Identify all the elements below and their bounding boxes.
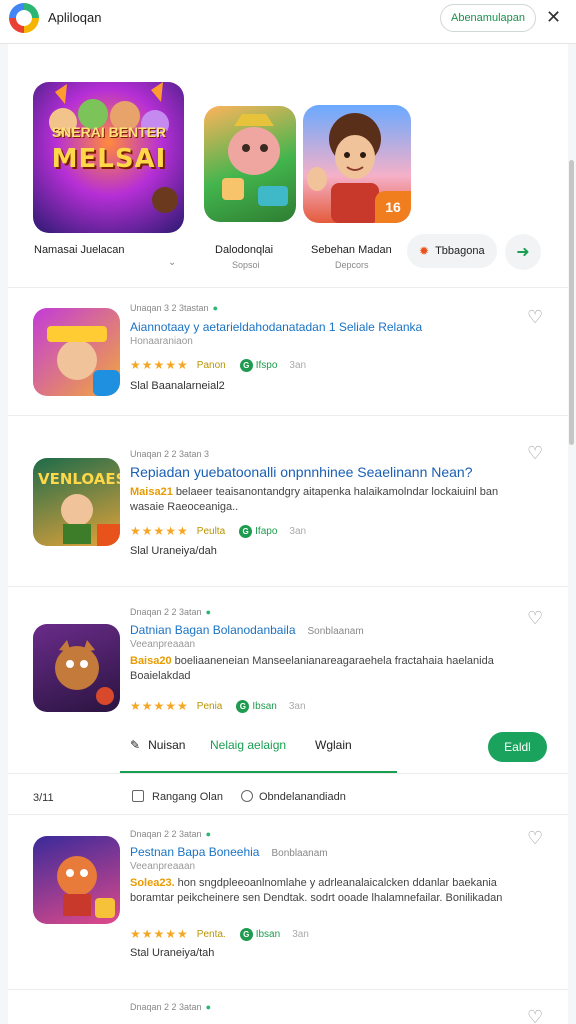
- category-badge: G Ibsan: [236, 699, 277, 713]
- card-title[interactable]: Aiannotaay y aetarieldahodanatadan 1 Sel…: [130, 320, 422, 334]
- game-icon: [33, 836, 120, 924]
- divider: [8, 586, 568, 587]
- game-art-image: [222, 114, 288, 206]
- card-footer: Slal Baanalarneial2: [130, 380, 225, 392]
- card-title[interactable]: Repiadan yuebatoonalli onpnnhinee Seaeli…: [130, 464, 473, 480]
- edit-button[interactable]: Ealdl: [488, 732, 547, 762]
- checkbox-icon[interactable]: [132, 790, 144, 802]
- card-title[interactable]: Datnian Bagan Bolanodanbaila Sonblaanam: [130, 623, 364, 637]
- category-badge: G Ibsan: [239, 927, 280, 941]
- rating-label: Penia: [196, 700, 223, 712]
- card-meta: Dnaqan 2 2 3atan ●: [130, 829, 211, 839]
- card-description: Solea23. hon sngdpleeoanlnomlahe y adrlea…: [130, 877, 503, 904]
- header-action-button[interactable]: Abenamulapan: [440, 4, 536, 32]
- featured-game-tile-3[interactable]: 16: [303, 105, 411, 223]
- chevron-down-icon[interactable]: ⌄: [168, 257, 176, 268]
- category-badge: G Ifspo: [239, 358, 277, 372]
- rating-label: Penta.: [196, 928, 226, 940]
- card-description: Baisa20 boeliaaneneian Manseelanianareaga…: [130, 655, 494, 682]
- rating-label: Peulta: [196, 525, 226, 537]
- heart-icon[interactable]: ♡: [527, 829, 543, 847]
- card-subtitle: Veeanpreaaan: [130, 639, 196, 650]
- time-label: 3an: [289, 525, 307, 537]
- star-rating-icon: ★★★★★: [130, 524, 189, 538]
- heart-icon[interactable]: ♡: [527, 444, 543, 462]
- action-bar: ✎ Nuisan Nelaig aelaign Wglain: [8, 724, 568, 774]
- featured-game-tile-1[interactable]: SNERAI BENTER MELSAI: [33, 82, 184, 233]
- time-label: 3an: [292, 928, 309, 940]
- clock-icon[interactable]: [241, 790, 253, 802]
- svg-text:VENLOAES: VENLOAES: [38, 470, 120, 488]
- age-rating-badge: 16: [375, 191, 411, 223]
- divider: [8, 287, 568, 288]
- star-rating-icon: ★★★★★: [130, 699, 189, 713]
- app-title: Apliloqan: [48, 10, 102, 25]
- star-rating-icon: ★★★★★: [130, 358, 189, 372]
- tool-item-2[interactable]: Obndelanandiadn: [259, 791, 346, 803]
- featured-game-tile-2[interactable]: [204, 106, 296, 222]
- card-footer: Slal Uraneiya/dah: [130, 545, 217, 557]
- divider: [8, 773, 568, 774]
- divider: [8, 415, 568, 416]
- rating-row: ★★★★★ Peulta G Ifapo 3an: [130, 524, 306, 538]
- tool-item-1[interactable]: Rangang Olan: [152, 791, 223, 803]
- scrollbar[interactable]: [569, 160, 574, 445]
- trending-chip[interactable]: ✹ Tbbagona: [407, 234, 497, 268]
- featured-item-label-1[interactable]: Namasai Juelacan: [34, 244, 125, 256]
- card-title[interactable]: Pestnan Bapa Boneehia Bonblaanam: [130, 845, 328, 859]
- star-rating-icon: ★★★★★: [130, 927, 189, 941]
- card-meta: Dnaqan 2 2 3atan ●: [130, 607, 211, 617]
- card-meta: Unaqan 2 2 3atan 3: [130, 449, 210, 459]
- tool-row: 3/11 Rangang Olan Obndelanandiadn: [8, 780, 568, 816]
- rating-row: ★★★★★ Panon G Ifspo 3an: [130, 358, 306, 372]
- main-panel: SNERAI BENTER MELSAI 16 Namasai Juelacan…: [8, 44, 568, 1024]
- category-badge: G Ifapo: [239, 524, 277, 538]
- card-subtitle: Honaaraniaon: [130, 336, 193, 347]
- action-item-3[interactable]: Wglain: [315, 738, 352, 752]
- featured-item-label-3[interactable]: Sebehan Madan: [311, 244, 392, 256]
- arrow-right-icon[interactable]: ➜: [505, 234, 541, 270]
- divider: [8, 989, 568, 990]
- app-logo-icon: [9, 3, 39, 33]
- heart-icon[interactable]: ♡: [527, 1008, 543, 1024]
- action-item-1[interactable]: ✎ Nuisan: [130, 738, 185, 752]
- heart-icon[interactable]: ♡: [527, 308, 543, 326]
- rating-row: ★★★★★ Penia G Ibsan 3an: [130, 699, 306, 713]
- card-description: Maisa21 belaeer teaisanontandgry aitapenk…: [130, 486, 499, 513]
- game-icon: [33, 624, 120, 712]
- action-item-2[interactable]: Nelaig aelaign: [210, 738, 286, 752]
- top-bar: Apliloqan Abenamulapan ✕: [0, 0, 576, 44]
- time-label: 3an: [289, 359, 307, 371]
- rating-row: ★★★★★ Penta. G Ibsan 3an: [130, 927, 309, 941]
- close-icon[interactable]: ✕: [546, 8, 561, 26]
- flame-icon: ✹: [419, 244, 430, 258]
- time-label: 3an: [288, 700, 306, 712]
- count-label: 3/11: [33, 792, 54, 804]
- tile-art-subtitle: SNERAI BENTER: [51, 124, 167, 140]
- rating-label: Panon: [196, 359, 226, 371]
- pencil-icon: ✎: [130, 738, 141, 752]
- featured-item-label-2[interactable]: Dalodonqlai: [215, 244, 273, 256]
- card-footer: Stal Uraneiya/tah: [130, 947, 215, 959]
- card-subtitle: Veeanpreaaan: [130, 861, 196, 872]
- tile-art-title: MELSAI: [51, 144, 167, 174]
- game-icon: VENLOAES: [33, 458, 120, 546]
- featured-item-sub-3: Depcors: [335, 260, 369, 270]
- divider: [8, 814, 568, 815]
- heart-icon[interactable]: ♡: [527, 609, 543, 627]
- card-meta: Dnaqan 2 2 3atan ●: [130, 1002, 211, 1012]
- chip-label: Tbbagona: [435, 245, 485, 257]
- card-meta: Unaqan 3 2 3tastan ●: [130, 303, 218, 313]
- featured-item-sub-2: Sopsoi: [232, 260, 260, 270]
- game-icon: [33, 308, 120, 396]
